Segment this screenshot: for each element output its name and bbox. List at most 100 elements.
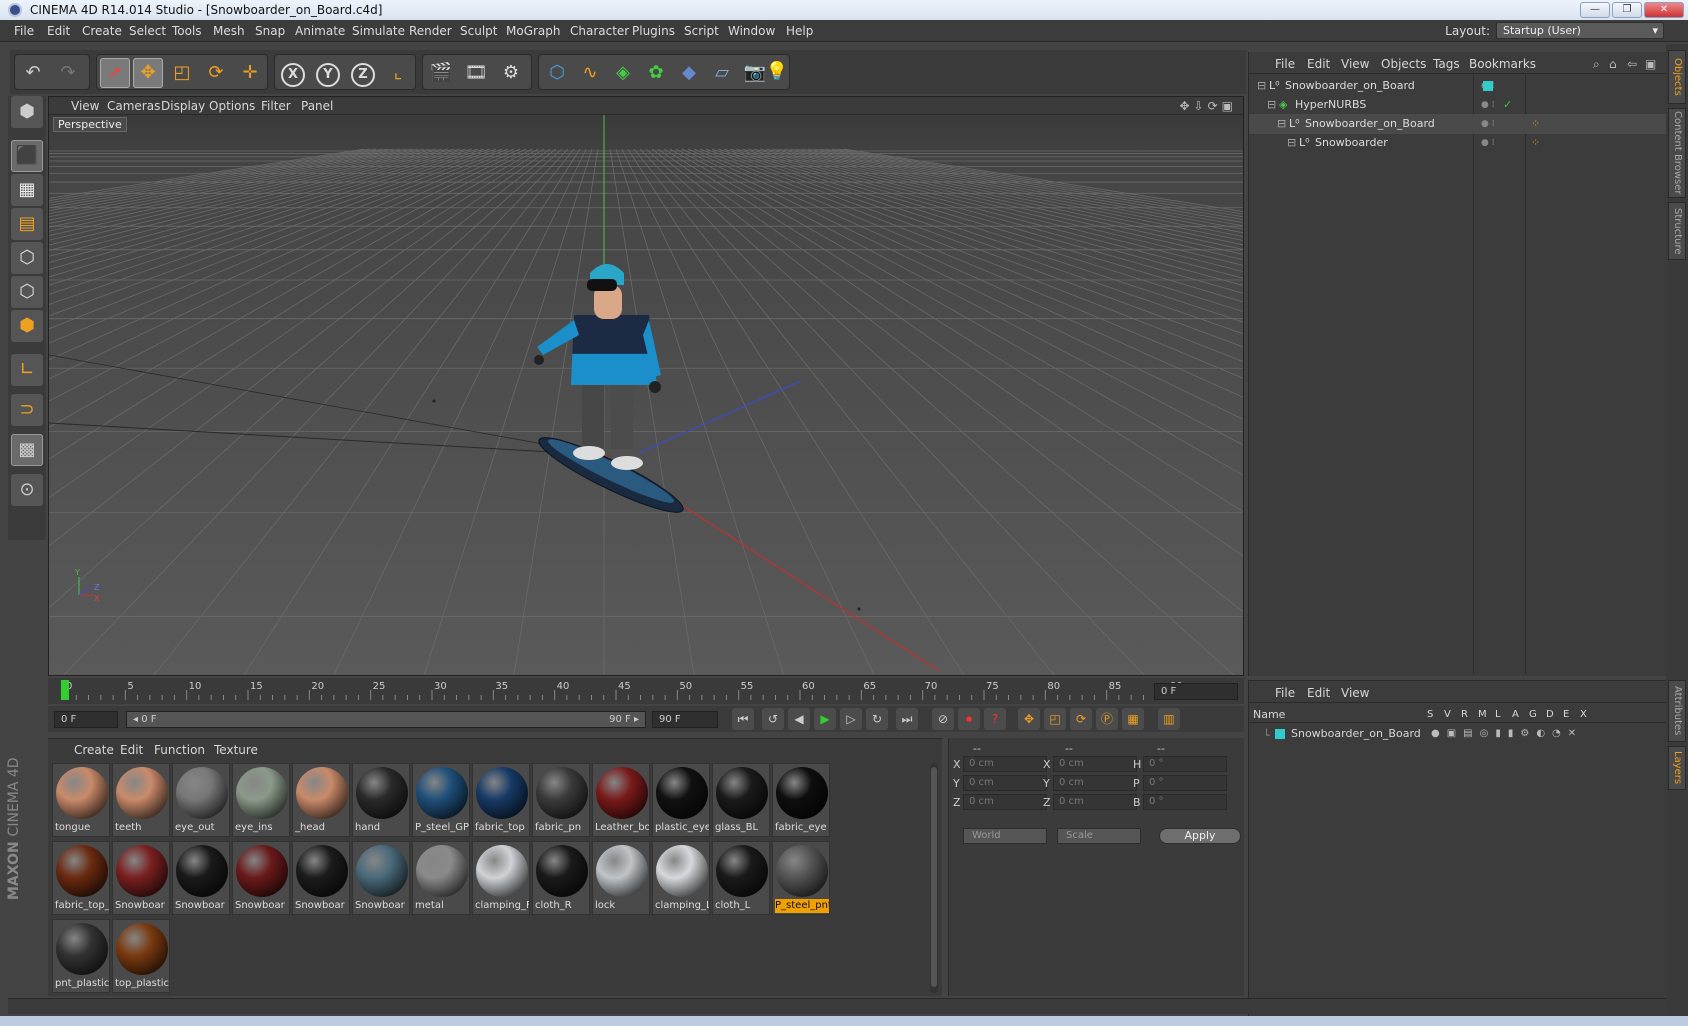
enabled-check-icon[interactable]: ✓ xyxy=(1503,95,1512,115)
coord-value-field[interactable]: 0 cm xyxy=(963,775,1047,791)
key-position-icon[interactable]: ✥ xyxy=(1018,708,1040,730)
deformer-icon[interactable]: ◆ xyxy=(674,58,704,88)
array-icon[interactable]: ✿ xyxy=(641,58,671,88)
layer-column-header[interactable]: G xyxy=(1529,709,1537,720)
layer-column-header[interactable]: E xyxy=(1563,709,1569,720)
material-scrollbar[interactable] xyxy=(930,763,938,993)
goto-start-icon[interactable]: ⏮ xyxy=(732,708,754,730)
move-icon[interactable]: ✥ xyxy=(133,58,163,88)
coord-value-field[interactable]: 0 ° xyxy=(1143,794,1227,810)
layer-menu-edit[interactable]: Edit xyxy=(1307,686,1330,700)
record-keys-icon[interactable]: ⊘ xyxy=(932,708,954,730)
axis-mode-icon[interactable]: ∟ xyxy=(11,354,43,386)
start-frame-field[interactable]: 0 F xyxy=(54,711,118,728)
menu-create[interactable]: Create xyxy=(82,24,122,38)
object-row[interactable]: ⊟ ◈ HyperNURBS ● ⁞ ✓ xyxy=(1249,95,1667,115)
object-row[interactable]: ⊟ L⁰ Snowboarder ● ⁞ ⁘ xyxy=(1249,133,1667,153)
scale-icon[interactable]: ◰ xyxy=(167,58,197,88)
prev-key-icon[interactable]: ↺ xyxy=(762,708,784,730)
material-item[interactable]: lock xyxy=(592,841,650,915)
material-item[interactable]: Snowboar xyxy=(292,841,350,915)
coord-value-field[interactable]: 0 cm xyxy=(963,794,1047,810)
material-item[interactable]: fabric_eye xyxy=(772,763,830,837)
material-item[interactable]: cloth_L xyxy=(712,841,770,915)
material-item[interactable]: clamping_L xyxy=(652,841,710,915)
apply-button[interactable]: Apply xyxy=(1159,828,1241,844)
menu-window[interactable]: Window xyxy=(728,24,775,38)
nurbs-icon[interactable]: ◈ xyxy=(608,58,638,88)
tab-objects[interactable]: Objects xyxy=(1668,50,1686,104)
mat-menu-texture[interactable]: Texture xyxy=(214,743,258,757)
tab-structure[interactable]: Structure xyxy=(1668,202,1686,260)
material-item[interactable]: P_steel_GP xyxy=(412,763,470,837)
timeline-ruler[interactable]: 051015202530354045505560657075808590 0 F xyxy=(48,678,1244,704)
menu-edit[interactable]: Edit xyxy=(47,24,70,38)
coordinate-system-icon[interactable]: ⌞ xyxy=(383,58,413,88)
coord-value-field[interactable]: 0 cm xyxy=(1053,775,1137,791)
visibility-dots-icon[interactable]: ● ⁞ xyxy=(1481,133,1495,153)
obj-home-icon[interactable]: ⌂ xyxy=(1609,57,1617,71)
layer-column-header[interactable]: D xyxy=(1546,709,1554,720)
spline-icon[interactable]: ∿ xyxy=(575,58,605,88)
play-icon[interactable]: ▶ xyxy=(814,708,836,730)
range-slider[interactable]: ◂ 0 F 90 F ▸ xyxy=(126,711,646,728)
obj-menu-view[interactable]: View xyxy=(1341,57,1369,71)
material-item[interactable]: fabric_pn xyxy=(532,763,590,837)
maximize-button[interactable]: ❐ xyxy=(1612,2,1642,18)
coord-space-select[interactable]: World xyxy=(963,828,1047,844)
z-axis-lock-icon[interactable]: Z xyxy=(348,58,378,88)
obj-menu-objects[interactable]: Objects xyxy=(1381,57,1426,71)
menu-mograph[interactable]: MoGraph xyxy=(506,24,561,38)
menu-help[interactable]: Help xyxy=(786,24,813,38)
coord-value-field[interactable]: 0 ° xyxy=(1143,756,1227,772)
mat-menu-edit[interactable]: Edit xyxy=(120,743,143,757)
live-selection-icon[interactable]: ➚ xyxy=(100,58,130,88)
autokey-icon[interactable]: ⏺ xyxy=(958,708,980,730)
key-scale-icon[interactable]: ◰ xyxy=(1044,708,1066,730)
key-rotation-icon[interactable]: ⟳ xyxy=(1070,708,1092,730)
expand-toggle-icon[interactable]: ⊟ xyxy=(1267,95,1276,115)
key-parameter-icon[interactable]: Ⓟ xyxy=(1096,708,1118,730)
layer-column-header[interactable]: R xyxy=(1461,709,1468,720)
undo-icon[interactable]: ↶ xyxy=(18,58,48,88)
coord-mode-select[interactable]: Scale xyxy=(1057,828,1141,844)
goto-end-icon[interactable]: ⏭ xyxy=(896,708,918,730)
tab-content-browser[interactable]: Content Browser xyxy=(1668,108,1686,198)
render-view-icon[interactable]: 🎬 xyxy=(426,58,456,88)
edges-mode-icon[interactable]: ⬡ xyxy=(11,276,43,308)
current-frame-field[interactable]: 0 F xyxy=(1154,683,1238,700)
material-item[interactable]: plastic_eye xyxy=(652,763,710,837)
coord-value-field[interactable]: 0 cm xyxy=(1053,756,1137,772)
workplane-mode-icon[interactable]: ▤ xyxy=(11,208,43,240)
layer-menu-file[interactable]: File xyxy=(1275,686,1295,700)
layer-flag-icons[interactable]: ●▣▤◎▮▮⚙◐◔✕ xyxy=(1431,725,1583,743)
coord-value-field[interactable]: 0 cm xyxy=(1053,794,1137,810)
make-editable-icon[interactable]: ⬢ xyxy=(11,96,43,128)
key-pla-icon[interactable]: ▦ xyxy=(1122,708,1144,730)
vp-menu-cameras[interactable]: Cameras xyxy=(107,99,160,113)
layout-select[interactable]: Startup (User) xyxy=(1496,22,1664,39)
material-item[interactable]: teeth xyxy=(112,763,170,837)
keyframe-selection-icon[interactable]: ? xyxy=(984,708,1006,730)
mat-menu-function[interactable]: Function xyxy=(154,743,205,757)
material-item[interactable]: eye_out xyxy=(172,763,230,837)
obj-menu-file[interactable]: File xyxy=(1275,57,1295,71)
recent-tool-icon[interactable]: ✛ xyxy=(235,58,265,88)
layer-column-header[interactable]: X xyxy=(1580,709,1587,720)
timeline-window-icon[interactable]: ▥ xyxy=(1158,708,1180,730)
layer-column-header[interactable]: M xyxy=(1478,709,1487,720)
obj-search-icon[interactable]: ⌕ xyxy=(1593,57,1600,72)
layer-column-header[interactable]: L xyxy=(1495,709,1501,720)
minimize-button[interactable]: — xyxy=(1580,2,1610,18)
vp-menu-display[interactable]: Display xyxy=(161,99,205,113)
rotate-icon[interactable]: ⟳ xyxy=(201,58,231,88)
material-item[interactable]: metal xyxy=(412,841,470,915)
coord-value-field[interactable]: 0 cm xyxy=(963,756,1047,772)
material-item[interactable]: glass_BL xyxy=(712,763,770,837)
texture-tag-icon[interactable]: ⁘ xyxy=(1531,133,1540,153)
menu-character[interactable]: Character xyxy=(570,24,629,38)
menu-file[interactable]: File xyxy=(14,24,34,38)
cube-icon[interactable]: ⬡ xyxy=(542,58,572,88)
material-item[interactable]: hand xyxy=(352,763,410,837)
mat-menu-create[interactable]: Create xyxy=(74,743,114,757)
